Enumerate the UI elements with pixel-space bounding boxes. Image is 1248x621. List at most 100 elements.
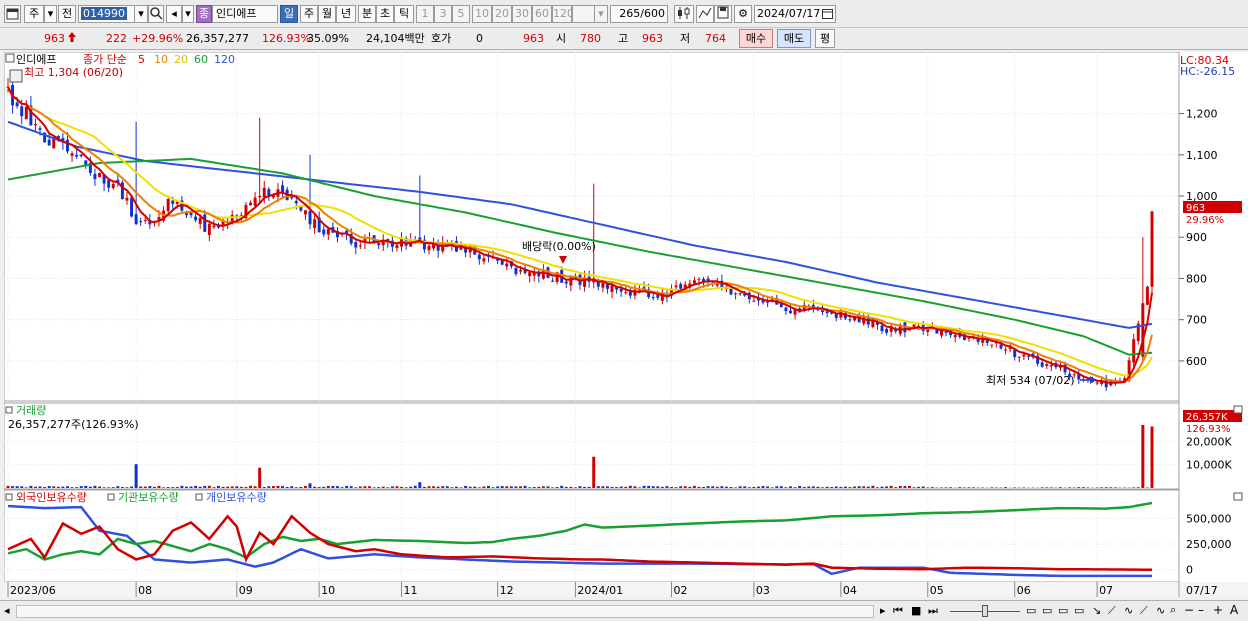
x-tick-label: 08 <box>138 584 152 597</box>
draw-tool-icon-4[interactable]: ⟋ <box>1140 604 1148 618</box>
candle-body <box>564 281 568 284</box>
interval-20[interactable]: 20 <box>492 5 512 23</box>
volume-bar <box>706 486 710 488</box>
holding-menu-icon[interactable] <box>5 493 13 501</box>
layout-icon-4[interactable]: ▭ <box>1074 604 1084 617</box>
interval-3[interactable]: 3 <box>434 5 452 23</box>
interval-5[interactable]: 5 <box>452 5 470 23</box>
speaker-dropdown-icon[interactable]: ▾ <box>182 5 194 23</box>
volume-bar <box>532 487 536 488</box>
interval-120[interactable]: 120 <box>552 5 574 23</box>
volume-bar <box>308 483 312 488</box>
volume-bar <box>1004 487 1008 488</box>
save-icon[interactable] <box>714 5 732 23</box>
volume-bar <box>509 486 513 488</box>
plus-icon[interactable]: + <box>1213 603 1223 617</box>
candle-body <box>38 128 42 130</box>
tab-weekly[interactable]: 주 <box>300 5 318 23</box>
volume-bar <box>267 486 271 488</box>
line-tool-icon[interactable] <box>696 5 714 23</box>
gear-icon[interactable]: ⚙ <box>734 5 752 23</box>
candle-body <box>624 292 628 294</box>
interval-1[interactable]: 1 <box>416 5 434 23</box>
stop-icon[interactable]: ■ <box>911 604 921 617</box>
volume-bar <box>528 487 532 488</box>
holding-close-icon[interactable] <box>1233 492 1243 501</box>
sell-button[interactable]: 매도 <box>777 29 811 48</box>
interval-dropdown-icon[interactable]: ▾ <box>594 5 608 23</box>
chevron-down-icon[interactable]: ▾ <box>44 5 57 23</box>
speaker-icon[interactable]: ◂ <box>166 5 182 23</box>
candle-body <box>752 300 756 302</box>
panel-menu-icon[interactable] <box>5 53 15 63</box>
tab-minute[interactable]: 분 <box>358 5 376 23</box>
layout-icon-1[interactable]: ▭ <box>1026 604 1036 617</box>
layout-icon-3[interactable]: ▭ <box>1058 604 1068 617</box>
volume-menu-icon[interactable] <box>5 406 13 414</box>
candle-body <box>203 214 207 232</box>
code-dropdown-icon[interactable]: ▾ <box>134 5 148 23</box>
interval-10[interactable]: 10 <box>472 5 492 23</box>
volume-bar <box>903 486 907 488</box>
volume-bar <box>130 486 134 488</box>
search-icon[interactable] <box>148 5 164 23</box>
tab-tick[interactable]: 틱 <box>394 5 414 23</box>
candle-type-icon[interactable] <box>674 5 694 23</box>
layout-icon-2[interactable]: ▭ <box>1042 604 1052 617</box>
zoom-search-icon[interactable]: ⌕ <box>1170 603 1176 617</box>
stock-name[interactable]: 인디에프 <box>212 5 278 23</box>
candle-body <box>944 331 948 333</box>
volume-bar <box>921 486 925 488</box>
x-tick-label: 09 <box>239 584 253 597</box>
price-tick-label: 800 <box>1186 272 1207 285</box>
calendar-icon[interactable] <box>822 8 833 22</box>
window-icon[interactable] <box>4 5 21 23</box>
chart-area[interactable]: 600 700 800 900 1,000 1,100 1,200 10,000K 20,000… <box>3 51 1248 597</box>
volume-bar <box>340 487 344 488</box>
x-tick-label: 03 <box>756 584 770 597</box>
buy-button[interactable]: 매수 <box>739 29 773 48</box>
candle-body <box>528 272 532 277</box>
price-tick-label: 600 <box>1186 355 1207 368</box>
volume-bar <box>692 485 696 488</box>
scroll-right-icon[interactable]: ▸ <box>880 604 886 617</box>
volume-bar <box>505 486 509 488</box>
volume-bar <box>413 485 417 488</box>
volume-bar <box>390 486 394 488</box>
volume-bar <box>52 486 56 488</box>
interval-30[interactable]: 30 <box>512 5 532 23</box>
scroll-last-icon[interactable]: ⏭ <box>928 604 938 618</box>
volume-close-icon[interactable] <box>1233 405 1243 414</box>
view-count-field[interactable]: 265/600 <box>610 5 668 23</box>
draw-tool-icon-1[interactable]: ↘ <box>1092 604 1101 617</box>
grid-toggle-icon[interactable] <box>9 69 23 83</box>
tab-yearly[interactable]: 년 <box>336 5 356 23</box>
volume-bar <box>276 485 280 488</box>
tab-monthly[interactable]: 월 <box>318 5 336 23</box>
volume-bar <box>1068 487 1072 488</box>
tab-daily[interactable]: 일 <box>280 5 298 23</box>
zoom-slider-handle[interactable] <box>982 605 988 617</box>
scroll-first-icon[interactable]: ⏮ <box>893 604 903 618</box>
draw-tool-icon-3[interactable]: ∿ <box>1124 604 1133 617</box>
volume-bar <box>734 487 738 488</box>
volume-bar <box>1077 487 1081 488</box>
draw-tool-icon-5[interactable]: ∿ <box>1156 604 1165 617</box>
candle-body <box>262 187 266 198</box>
minus-icon[interactable]: − <box>1184 603 1194 617</box>
period-select[interactable]: 주 <box>24 5 44 23</box>
scroll-left-icon[interactable]: ◂ <box>4 604 10 617</box>
eval-button[interactable]: 평 <box>815 29 835 48</box>
font-size-icon[interactable]: A <box>1230 603 1238 617</box>
candle-body <box>1145 286 1149 305</box>
dash-icon[interactable]: – <box>1198 603 1204 617</box>
draw-tool-icon-2[interactable]: ⟋ <box>1108 604 1116 618</box>
tab-second[interactable]: 초 <box>376 5 394 23</box>
volume-bar <box>249 485 253 488</box>
prev-button[interactable]: 전 <box>58 5 76 23</box>
stock-chart[interactable]: 6007008009001,0001,1001,20010,000K20,000… <box>3 51 1248 597</box>
stock-code-input[interactable]: 014990 <box>78 5 136 23</box>
volume-bar <box>587 486 591 488</box>
horizontal-scrollbar[interactable] <box>16 605 874 618</box>
interval-60[interactable]: 60 <box>532 5 552 23</box>
